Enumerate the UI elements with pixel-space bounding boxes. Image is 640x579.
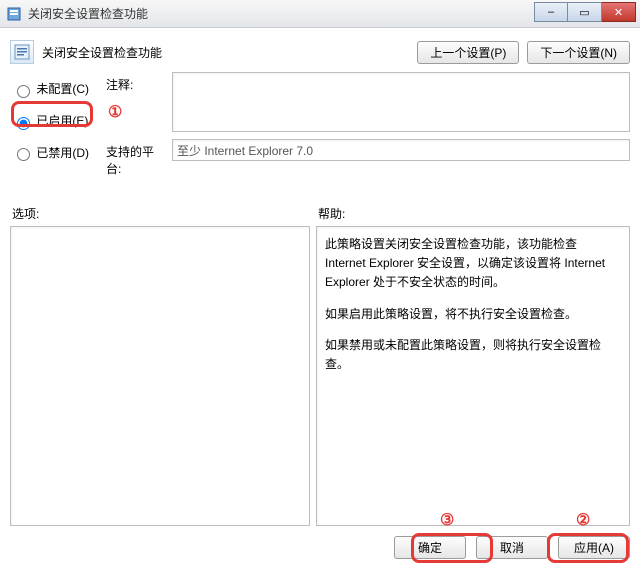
titlebar: 关闭安全设置检查功能 – ▭ ✕ [0,0,640,28]
maximize-button[interactable]: ▭ [568,2,602,22]
window-buttons: – ▭ ✕ [534,2,636,22]
header-row: 关闭安全设置检查功能 上一个设置(P) 下一个设置(N) [10,40,630,64]
app-icon [6,6,22,22]
close-button[interactable]: ✕ [602,2,636,22]
prev-setting-button[interactable]: 上一个设置(P) [417,41,519,64]
radio-not-configured-label: 未配置(C) [36,82,89,96]
cancel-button[interactable]: 取消 [476,536,548,559]
dialog-content: 关闭安全设置检查功能 上一个设置(P) 下一个设置(N) 未配置(C) 已启用(… [0,28,640,569]
help-p2: 如果启用此策略设置，将不执行安全设置检查。 [325,305,621,324]
comment-label: 注释: [106,72,166,93]
radio-not-configured[interactable]: 未配置(C) [12,82,89,96]
apply-button[interactable]: 应用(A) [558,536,630,559]
ok-button[interactable]: 确定 [394,536,466,559]
minimize-button[interactable]: – [534,2,568,22]
platform-label: 支持的平台: [106,139,166,177]
page-title: 关闭安全设置检查功能 [42,44,162,61]
next-setting-button[interactable]: 下一个设置(N) [527,41,630,64]
panels: 此策略设置关闭安全设置检查功能，该功能检查 Internet Explorer … [10,226,630,526]
options-panel[interactable] [10,226,310,526]
help-panel[interactable]: 此策略设置关闭安全设置检查功能，该功能检查 Internet Explorer … [316,226,630,526]
platform-field [172,139,630,161]
window-title: 关闭安全设置检查功能 [28,5,148,22]
radio-disabled-label: 已禁用(D) [36,146,89,160]
comment-input[interactable] [172,72,630,132]
radio-disabled-input[interactable] [17,148,30,161]
state-radios: 未配置(C) 已启用(E) 已禁用(D) [10,72,100,175]
config-grid: 未配置(C) 已启用(E) 已禁用(D) 注释: 支持的平台: [10,72,630,181]
panel-labels: 选项: 帮助: [10,205,630,222]
help-p1: 此策略设置关闭安全设置检查功能，该功能检查 Internet Explorer … [325,235,621,293]
radio-disabled[interactable]: 已禁用(D) [12,146,89,160]
policy-icon [10,40,34,64]
help-p3: 如果禁用或未配置此策略设置，则将执行安全设置检查。 [325,336,621,374]
radio-not-configured-input[interactable] [17,85,30,98]
help-label: 帮助: [310,205,630,222]
footer-buttons: 确定 取消 应用(A) [10,536,630,559]
radio-enabled[interactable]: 已启用(E) [12,114,88,128]
options-label: 选项: [10,205,310,222]
radio-enabled-input[interactable] [17,117,30,130]
radio-enabled-label: 已启用(E) [36,114,88,128]
